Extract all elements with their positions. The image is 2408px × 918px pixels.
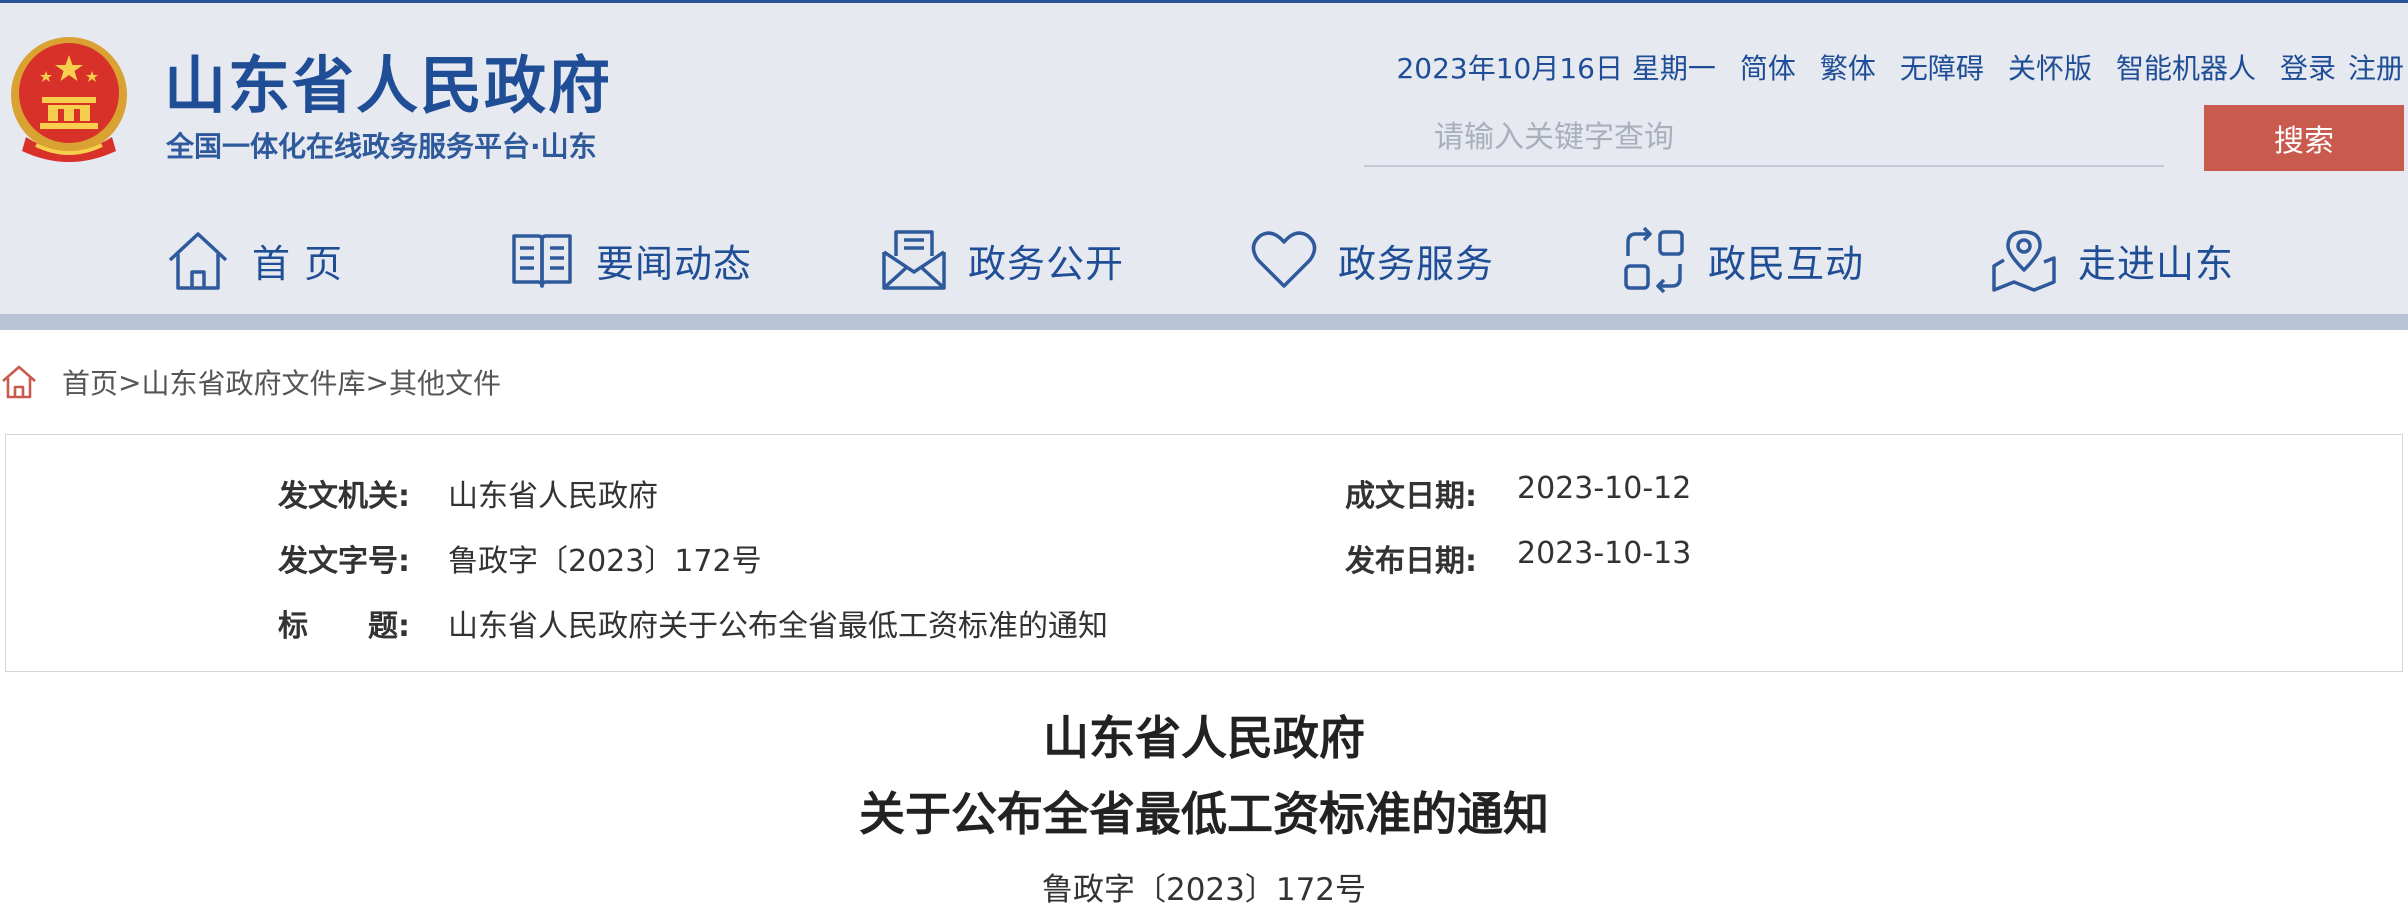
breadcrumb: 首页 > 山东省政府文件库 > 其他文件 (0, 362, 501, 402)
info-doc-number: 发文字号: 鲁政字〔2023〕172号 (278, 536, 762, 580)
top-utility-bar: 2023年10月16日 星期一 简体 繁体 无障碍 关怀版 智能机器人 登录 注… (1396, 47, 2404, 87)
breadcrumb-file-library[interactable]: 山东省政府文件库 (141, 362, 365, 402)
issuer-label: 发文机关: (278, 479, 410, 514)
house-icon (168, 232, 228, 290)
link-register[interactable]: 注册 (2348, 47, 2404, 87)
map-pin-icon (1992, 230, 2056, 292)
search-button[interactable]: 搜索 (2204, 105, 2404, 171)
document-title-line2: 关于公布全省最低工资标准的通知 (859, 787, 1549, 841)
info-title: 标 题: 山东省人民政府关于公布全省最低工资标准的通知 (278, 601, 1108, 645)
nav-label-about-shandong: 走进山东 (2078, 241, 2235, 286)
national-emblem-icon (11, 37, 127, 162)
publish-date-label: 发布日期: (1345, 544, 1477, 579)
written-date-value: 2023-10-12 (1517, 471, 1692, 506)
title-label: 标 题: (278, 609, 410, 644)
issuer-value: 山东省人民政府 (448, 479, 658, 514)
doc-number-label: 发文字号: (278, 544, 410, 579)
nav-label-interaction: 政民互动 (1708, 241, 1865, 286)
breadcrumb-separator: > (365, 365, 389, 399)
nav-item-interaction[interactable]: 政民互动 (1620, 225, 1864, 295)
link-login[interactable]: 登录 (2280, 47, 2336, 87)
nav-label-gov-affairs: 政务公开 (968, 241, 1125, 286)
info-issuer: 发文机关: 山东省人民政府 (278, 471, 658, 515)
search-input[interactable] (1364, 109, 2164, 167)
nav-item-about-shandong[interactable]: 走进山东 (1990, 225, 2234, 295)
nav-item-news[interactable]: 要闻动态 (508, 225, 752, 295)
site-header: 山东省人民政府 全国一体化在线政务服务平台·山东 2023年10月16日 星期一… (0, 0, 2408, 314)
home-icon (2, 365, 36, 399)
nav-item-home[interactable]: 首 页 (164, 225, 343, 295)
main-nav: 首 页 要闻动态 政务公开 政务服务 政民互动 走进山东 (0, 225, 2408, 295)
nav-label-news: 要闻动态 (596, 241, 753, 286)
doc-number-value: 鲁政字〔2023〕172号 (448, 544, 762, 579)
site-title[interactable]: 山东省人民政府 (164, 35, 612, 125)
breadcrumb-other-files[interactable]: 其他文件 (389, 362, 501, 402)
link-simplified[interactable]: 简体 (1740, 47, 1796, 87)
info-publish-date: 发布日期: 2023-10-13 (1345, 536, 1691, 580)
nav-label-home: 首 页 (252, 241, 344, 286)
heart-icon (1251, 231, 1317, 288)
nav-item-gov-services[interactable]: 政务服务 (1250, 225, 1494, 295)
nav-item-gov-affairs[interactable]: 政务公开 (880, 225, 1124, 295)
site-subtitle: 全国一体化在线政务服务平台·山东 (166, 130, 597, 163)
publish-date-value: 2023-10-13 (1517, 536, 1692, 571)
nav-label-gov-services: 政务服务 (1338, 241, 1495, 286)
envelope-document-icon (882, 230, 946, 290)
link-elderly-mode[interactable]: 关怀版 (2008, 47, 2092, 87)
written-date-label: 成文日期: (1345, 479, 1477, 514)
header-divider (0, 314, 2408, 330)
link-smart-robot[interactable]: 智能机器人 (2116, 47, 2256, 87)
link-traditional[interactable]: 繁体 (1820, 47, 1876, 87)
book-icon (512, 234, 572, 288)
info-written-date: 成文日期: 2023-10-12 (1345, 471, 1691, 515)
document-title-line1: 山东省人民政府 (1043, 711, 1365, 765)
breadcrumb-home[interactable]: 首页 (62, 362, 118, 402)
document-number: 鲁政字〔2023〕172号 (1041, 872, 1367, 908)
document-info-box: 发文机关: 山东省人民政府 发文字号: 鲁政字〔2023〕172号 标 题: 山… (5, 434, 2403, 672)
link-accessibility[interactable]: 无障碍 (1900, 47, 1984, 87)
exchange-icon (1624, 226, 1684, 294)
breadcrumb-separator: > (118, 365, 142, 399)
title-value: 山东省人民政府关于公布全省最低工资标准的通知 (448, 609, 1108, 644)
current-date: 2023年10月16日 星期一 (1396, 52, 1716, 85)
